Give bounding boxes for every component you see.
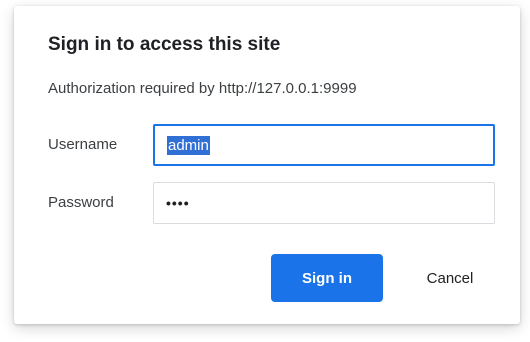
page: Sign in to access this site Authorizatio… xyxy=(0,0,530,342)
dialog-title: Sign in to access this site xyxy=(48,34,281,55)
cancel-button[interactable]: Cancel xyxy=(398,254,502,302)
sign-in-dialog: Sign in to access this site Authorizatio… xyxy=(14,6,520,324)
password-field[interactable]: •••• xyxy=(153,182,495,224)
dialog-subtitle: Authorization required by http://127.0.0… xyxy=(48,80,357,97)
username-label: Username xyxy=(48,136,118,153)
username-value[interactable]: admin xyxy=(167,135,210,155)
password-label: Password xyxy=(48,194,114,211)
username-field[interactable]: admin xyxy=(153,124,495,166)
password-value[interactable]: •••• xyxy=(166,195,190,211)
sign-in-button[interactable]: Sign in xyxy=(271,254,383,302)
